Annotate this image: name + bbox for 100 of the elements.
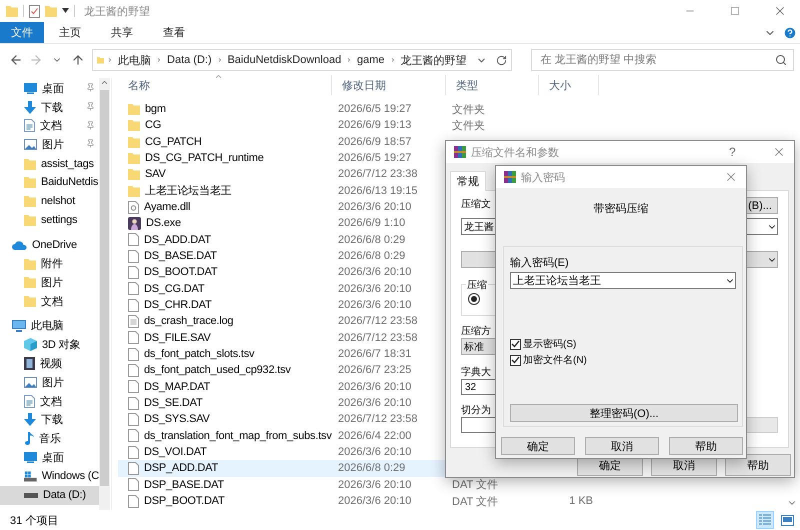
scrollbar[interactable] (99, 78, 110, 510)
nav-item[interactable]: 下载 (0, 410, 99, 430)
file-row[interactable]: DS_ADD.DAT 2026/6/8 0:29 (118, 232, 599, 248)
chevron-right-icon[interactable] (216, 55, 222, 65)
nav-item[interactable]: BaiduNetdis (0, 172, 99, 192)
checkbox-option[interactable]: 显示密码(S) (510, 336, 736, 352)
dialog-button[interactable]: 帮助 (669, 437, 743, 455)
breadcrumb[interactable]: 此电脑 (116, 52, 154, 68)
settings-file-icon (128, 200, 139, 214)
cube-icon (24, 338, 37, 352)
ribbon-tab[interactable]: 主页 (44, 22, 96, 43)
modified-date: 2026/7/12 23:58 (337, 315, 419, 328)
modified-date: 2026/3/6 20:10 (337, 282, 412, 295)
nav-item[interactable]: 图片 (0, 272, 99, 292)
file-name: DS_CG_PATCH_runtime (145, 152, 264, 164)
file-icon (128, 331, 139, 344)
modified-date: 2026/3/6 20:10 (337, 299, 412, 312)
folder-icon (128, 136, 140, 148)
window-title: 龙王酱的野望 (84, 4, 151, 18)
picture-icon (24, 376, 37, 388)
file-icon (128, 282, 139, 296)
file-menu-button[interactable]: 文件 (0, 22, 44, 43)
folder-icon (24, 176, 36, 188)
dialog-button[interactable]: 帮助 (725, 454, 791, 476)
nav-item[interactable]: 桌面 (0, 79, 99, 98)
file-name: DS_VOI.DAT (144, 446, 207, 458)
nav-item[interactable]: settings (0, 210, 99, 230)
radio-button[interactable] (468, 293, 480, 305)
nav-item[interactable]: 附件 (0, 254, 99, 273)
nav-item[interactable]: 音乐 (0, 429, 99, 448)
nav-item[interactable]: assist_tags (0, 154, 99, 173)
chevron-right-icon[interactable] (156, 55, 162, 65)
checkbox-option[interactable]: 加密文件名(N) (510, 352, 736, 368)
dialog-tab[interactable]: 常规 (450, 171, 486, 191)
folder-icon (24, 258, 36, 270)
file-icon (128, 446, 139, 459)
caret-icon[interactable] (62, 8, 69, 14)
nav-item[interactable]: OneDrive (0, 235, 99, 254)
modified-date: 2026/6/7 23:25 (337, 364, 412, 376)
chevron-right-icon[interactable] (107, 55, 114, 65)
file-icon (128, 380, 139, 394)
file-name: ds_crash_trace.log (144, 315, 234, 328)
file-row[interactable]: DSP_BOOT.DAT 2026/3/6 20:10 DAT 文件 1 KB (118, 492, 599, 510)
checkbox[interactable] (510, 338, 521, 350)
modified-date: 2026/6/13 19:15 (337, 184, 419, 197)
chevron-right-icon[interactable] (346, 55, 352, 65)
nav-item[interactable]: 文档 (0, 292, 99, 311)
column-header[interactable]: 名称 (118, 75, 332, 95)
nav-item[interactable]: 桌面 (0, 448, 99, 467)
help-button[interactable]: ? (729, 145, 759, 159)
file-name: DS_BOOT.DAT (144, 266, 218, 278)
properties-icon[interactable] (29, 4, 40, 18)
ribbon-tab[interactable]: 查看 (148, 22, 200, 43)
film-icon (24, 357, 35, 370)
column-header[interactable]: 大小 (539, 75, 599, 95)
nav-item[interactable]: 下载 (0, 98, 99, 117)
file-icon (128, 462, 139, 475)
checkbox[interactable] (510, 354, 521, 366)
column-header[interactable]: 类型 (446, 75, 539, 95)
search-field[interactable]: 在 龙王酱的野望 中搜索 (531, 49, 794, 71)
nav-item[interactable]: 图片 (0, 135, 99, 154)
details-view-button[interactable] (756, 511, 774, 529)
column-header[interactable]: 修改日期 (332, 75, 446, 95)
nav-item[interactable]: 3D 对象 (0, 335, 99, 354)
password-combo[interactable]: 上老王论坛当老王 (510, 272, 736, 289)
folder-icon (24, 158, 36, 170)
file-row[interactable]: CG 2026/6/9 19:13 文件夹 (118, 117, 599, 134)
nav-item[interactable]: 文档 (0, 392, 99, 411)
file-row[interactable]: DSP_BASE.DAT 2026/3/6 20:10 DAT 文件 (118, 476, 599, 493)
download-icon (24, 413, 36, 426)
nav-item[interactable]: nelshot (0, 192, 99, 211)
chevron-right-icon[interactable] (390, 55, 396, 65)
dialog-button[interactable]: 确定 (501, 437, 575, 455)
file-row[interactable]: bgm 2026/6/5 19:27 文件夹 (118, 101, 599, 118)
nav-item[interactable]: Windows (C (0, 466, 99, 486)
breadcrumb[interactable]: game (355, 54, 387, 66)
file-icon (128, 478, 139, 492)
nav-item[interactable]: 视频 (0, 354, 99, 373)
file-name: DSP_BASE.DAT (144, 478, 224, 491)
nav-item[interactable]: Data (D:) (0, 486, 99, 505)
desktop-icon (24, 452, 37, 464)
modified-date: 2026/6/9 1:10 (337, 217, 406, 230)
modified-date: 2026/6/5 19:27 (337, 103, 412, 116)
file-name: DS_ADD.DAT (144, 234, 211, 246)
file-name: Ayame.dll (144, 201, 190, 214)
picture-icon (24, 139, 37, 150)
breadcrumb[interactable]: BaiduNetdiskDownload (225, 54, 344, 66)
nav-item[interactable]: 图片 (0, 372, 99, 392)
nav-item[interactable]: 此电脑 (0, 316, 99, 336)
search-icon[interactable] (774, 54, 787, 66)
manage-passwords-button[interactable]: 整理密码(O)... (510, 404, 738, 422)
nav-item[interactable]: 文档 (0, 116, 99, 136)
address-bar[interactable]: 此电脑 Data (D:) BaiduNetdiskDownload game 龙王酱的野望 (92, 49, 512, 71)
folder-icon (128, 103, 140, 116)
file-name: CG (145, 119, 162, 132)
scroll-up-icon[interactable] (100, 78, 109, 87)
ribbon-tab[interactable]: 共享 (96, 22, 148, 43)
breadcrumb[interactable]: 龙王酱的野望 (398, 52, 468, 68)
dialog-button[interactable]: 取消 (585, 437, 659, 455)
breadcrumb[interactable]: Data (D:) (165, 54, 214, 66)
